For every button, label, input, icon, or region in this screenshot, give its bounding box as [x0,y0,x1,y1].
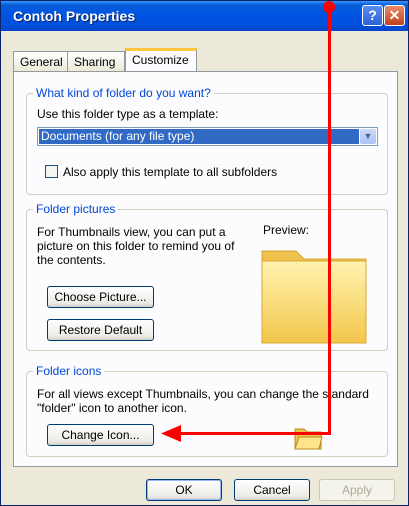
folder-pictures-title: Folder pictures [33,202,119,216]
folder-icon [294,428,323,450]
ok-button[interactable]: OK [146,479,222,501]
template-label: Use this folder type as a template: [37,107,219,121]
restore-default-button[interactable]: Restore Default [47,319,154,341]
folder-icons-title: Folder icons [33,364,105,378]
apply-subfolders-label: Also apply this template to all subfolde… [63,165,278,179]
tab-general[interactable]: General [13,51,68,71]
pictures-description-line-3: the contents. [37,253,106,267]
annotation-arrowhead-icon [161,425,181,442]
window-title: Contoh Properties [13,8,136,24]
tab-customize[interactable]: Customize [125,48,197,71]
template-group-title: What kind of folder do you want? [33,86,214,100]
icons-description-line-1: For all views except Thumbnails, you can… [37,387,369,401]
close-button[interactable]: ✕ [384,5,405,26]
properties-window: Contoh Properties ? ✕ General Sharing Cu… [0,0,409,506]
icons-description-line-2: "folder" icon to another icon. [37,401,187,415]
folder-preview-icon [261,250,367,344]
cancel-button[interactable]: Cancel [234,479,310,501]
annotation-dot [323,1,335,13]
change-icon-button[interactable]: Change Icon... [47,424,154,446]
chevron-down-icon[interactable]: ▼ [360,129,376,144]
pictures-description-line-2: picture on this folder to remind you of [37,239,235,253]
title-bar[interactable]: Contoh Properties ? ✕ [1,1,408,31]
tab-customize-label: Customize [132,53,189,67]
apply-button[interactable]: Apply [319,479,395,501]
preview-label: Preview: [263,223,310,237]
tab-sharing-label: Sharing [74,55,116,69]
tab-sharing[interactable]: Sharing [67,51,125,71]
tab-general-label: General [20,55,63,69]
help-button[interactable]: ? [362,5,383,26]
folder-type-value: Documents (for any file type) [39,129,359,144]
pictures-description-line-1: For Thumbnails view, you can put a [37,225,226,239]
choose-picture-button[interactable]: Choose Picture... [47,286,154,308]
annotation-arrow-horizontal [177,432,331,435]
folder-type-select[interactable]: Documents (for any file type) ▼ [37,127,378,146]
apply-subfolders-checkbox[interactable] [45,165,58,178]
annotation-arrow-vertical [328,5,331,435]
